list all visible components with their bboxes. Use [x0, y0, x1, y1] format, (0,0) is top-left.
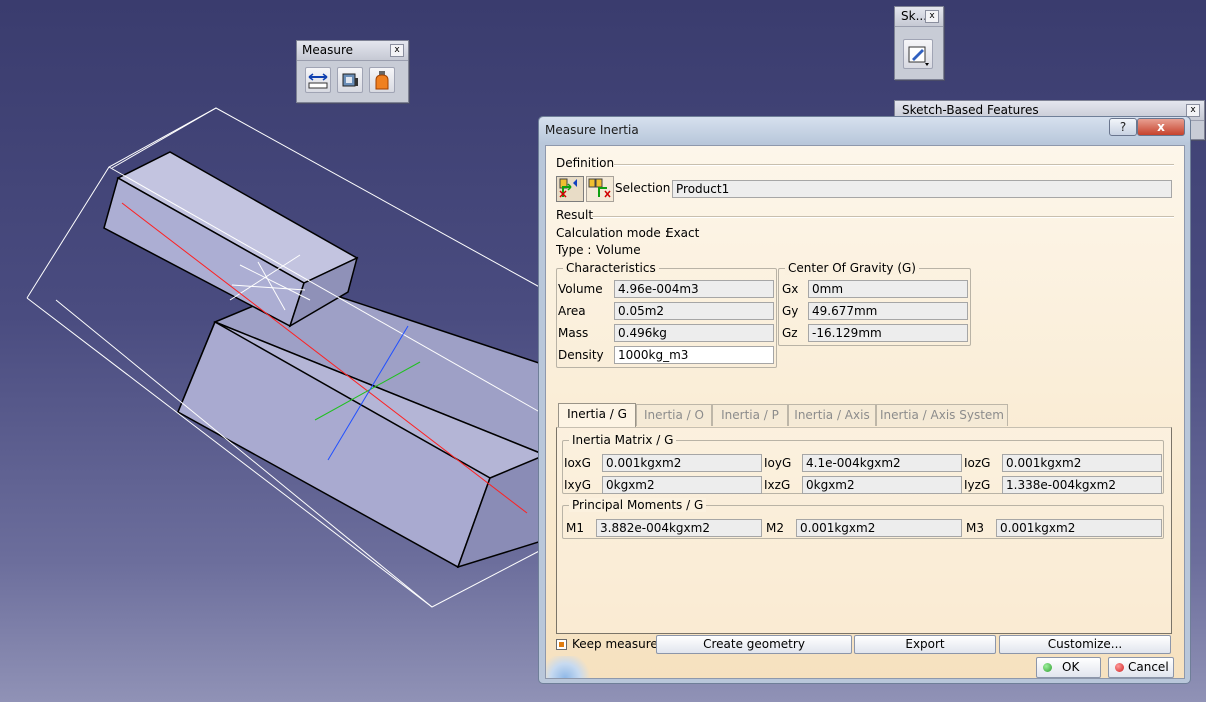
ok-label: OK	[1062, 660, 1080, 674]
m3-label: M3	[966, 521, 984, 535]
tab-inertia-o[interactable]: Inertia / O	[636, 404, 712, 426]
iyzg-field[interactable]: 1.338e-004kgxm2	[1002, 476, 1162, 494]
measure-between-icon[interactable]	[305, 67, 331, 93]
inertia-matrix-title: Inertia Matrix / G	[569, 433, 677, 447]
calc-mode-label: Calculation mode :	[556, 226, 669, 240]
ioyg-field[interactable]: 4.1e-004kgxm2	[802, 454, 962, 472]
ixyg-field[interactable]: 0kgxm2	[602, 476, 762, 494]
type-value: Volume	[596, 243, 641, 257]
sketcher-icon[interactable]	[903, 39, 933, 69]
dialog-client-area: Definition Selection : Product1 Result C…	[545, 145, 1185, 679]
m1-field[interactable]: 3.882e-004kgxm2	[596, 519, 762, 537]
mass-label: Mass	[558, 326, 589, 340]
density-field[interactable]: 1000kg_m3	[614, 346, 774, 364]
keep-measure-checkbox[interactable]	[556, 639, 567, 650]
m3-field[interactable]: 0.001kgxm2	[996, 519, 1162, 537]
definition-separator	[614, 164, 1174, 166]
measure-inertia-icon[interactable]	[369, 67, 395, 93]
ixzg-field[interactable]: 0kgxm2	[802, 476, 962, 494]
cancel-label: Cancel	[1128, 660, 1169, 674]
dialog-titlebar[interactable]: Measure Inertia ? x	[539, 117, 1190, 143]
result-separator	[592, 216, 1174, 218]
mass-field[interactable]: 0.496kg	[614, 324, 774, 342]
ok-button[interactable]: OK	[1036, 657, 1101, 678]
ok-icon	[1043, 663, 1052, 672]
sketcher-toolbar-close-button[interactable]: x	[925, 10, 939, 23]
sketch-based-features-title: Sketch-Based Features	[902, 103, 1039, 117]
ioyg-label: IoyG	[764, 456, 792, 470]
measure-toolbar-close-button[interactable]: x	[390, 44, 404, 57]
measure-toolbar-title: Measure	[302, 43, 353, 57]
measure-inertia-dialog: Measure Inertia ? x Definition Selection…	[538, 116, 1191, 684]
select-one-icon[interactable]	[556, 176, 584, 202]
part-model[interactable]	[26, 107, 546, 608]
characteristics-title: Characteristics	[563, 261, 659, 275]
ixyg-label: IxyG	[564, 478, 592, 492]
principal-moments-title: Principal Moments / G	[569, 498, 707, 512]
m2-field[interactable]: 0.001kgxm2	[796, 519, 962, 537]
sketcher-toolbar-title: Sk...	[901, 9, 928, 23]
measure-item-icon[interactable]	[337, 67, 363, 93]
create-geometry-button[interactable]: Create geometry	[656, 635, 852, 654]
ixzg-label: IxzG	[764, 478, 791, 492]
measure-toolbar-titlebar[interactable]: Measure x	[297, 41, 408, 61]
area-label: Area	[558, 304, 586, 318]
m2-label: M2	[766, 521, 784, 535]
gz-label: Gz	[782, 326, 798, 340]
result-label: Result	[556, 208, 594, 222]
help-button[interactable]: ?	[1109, 118, 1137, 136]
tab-inertia-g[interactable]: Inertia / G	[558, 403, 636, 427]
density-label: Density	[558, 348, 604, 362]
gy-label: Gy	[782, 304, 799, 318]
definition-label: Definition	[556, 156, 615, 170]
sketch-based-features-close-button[interactable]: x	[1186, 104, 1200, 117]
export-button[interactable]: Export	[854, 635, 996, 654]
keep-measure-label: Keep measure	[572, 637, 658, 651]
iozg-label: IozG	[964, 456, 991, 470]
dialog-title: Measure Inertia	[545, 123, 639, 137]
measure-toolbar: Measure x	[296, 40, 409, 103]
iyzg-label: IyzG	[964, 478, 991, 492]
sketcher-toolbar-titlebar[interactable]: Sk... x	[895, 7, 943, 27]
center-of-gravity-title: Center Of Gravity (G)	[785, 261, 919, 275]
selection-label: Selection :	[615, 181, 679, 195]
type-label: Type :	[556, 243, 592, 257]
tab-inertia-axis-system[interactable]: Inertia / Axis System	[876, 404, 1008, 426]
calc-mode-value: Exact	[666, 226, 700, 240]
checkbox-mark-icon	[559, 642, 564, 647]
area-field[interactable]: 0.05m2	[614, 302, 774, 320]
tab-inertia-axis[interactable]: Inertia / Axis	[788, 404, 876, 426]
ioxg-field[interactable]: 0.001kgxm2	[602, 454, 762, 472]
catia-logo-icon	[546, 656, 594, 678]
gz-field[interactable]: -16.129mm	[808, 324, 968, 342]
sketcher-toolbar: Sk... x	[894, 6, 944, 80]
cancel-button[interactable]: Cancel	[1108, 657, 1174, 678]
volume-field[interactable]: 4.96e-004m3	[614, 280, 774, 298]
tab-inertia-p[interactable]: Inertia / P	[712, 404, 788, 426]
volume-label: Volume	[558, 282, 603, 296]
gy-field[interactable]: 49.677mm	[808, 302, 968, 320]
gx-label: Gx	[782, 282, 799, 296]
cancel-icon	[1115, 663, 1124, 672]
selection-field[interactable]: Product1	[672, 180, 1172, 198]
m1-label: M1	[566, 521, 584, 535]
close-button[interactable]: x	[1137, 118, 1185, 136]
select-all-icon[interactable]	[586, 176, 614, 202]
customize-button[interactable]: Customize...	[999, 635, 1171, 654]
gx-field[interactable]: 0mm	[808, 280, 968, 298]
ioxg-label: IoxG	[564, 456, 591, 470]
iozg-field[interactable]: 0.001kgxm2	[1002, 454, 1162, 472]
